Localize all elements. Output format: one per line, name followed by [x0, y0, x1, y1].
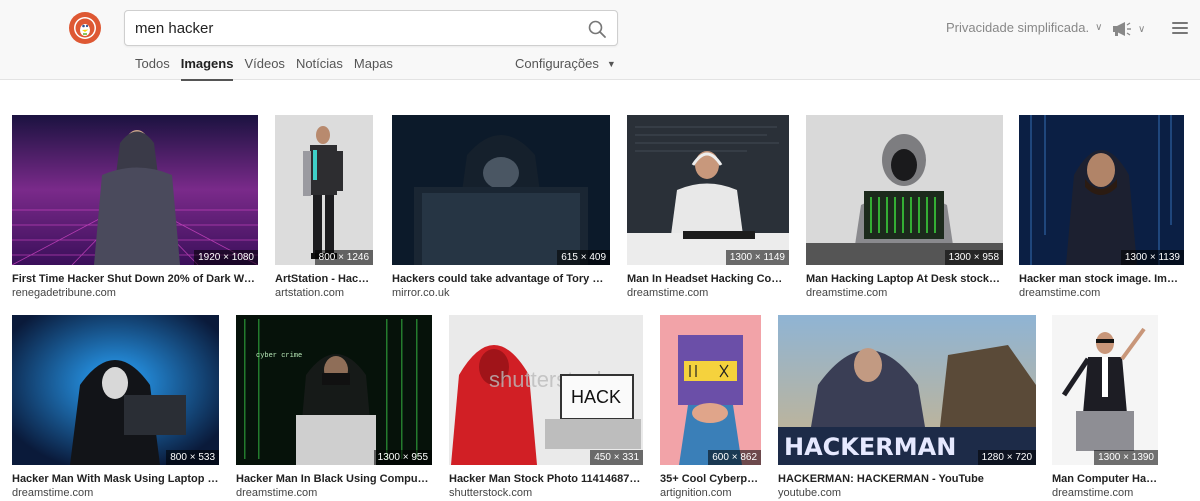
result-thumbnail: 1300 × 1390	[1052, 315, 1158, 465]
result-thumbnail: shutterstock HACK 450 × 331	[449, 315, 643, 465]
dimensions-badge: 1300 × 958	[944, 250, 1003, 265]
settings-label: Configurações	[515, 56, 599, 71]
result-source: dreamstime.com	[627, 287, 709, 299]
result-thumbnail: 1920 × 1080	[12, 115, 258, 265]
tab-noticias[interactable]: Notícias	[296, 56, 343, 81]
result-thumbnail: 1300 × 1139	[1019, 115, 1184, 265]
header: Privacidade simplificada. ∨ ∨ Todos Imag…	[0, 0, 1200, 81]
search-input[interactable]	[135, 11, 575, 45]
result-title: Hacker man stock image. Imag...	[1019, 273, 1184, 285]
dimensions-badge: 800 × 1246	[314, 250, 373, 265]
image-result[interactable]: HACKERMAN 1280 × 720 HACKERMAN: HACKERMA…	[778, 315, 1036, 500]
result-source: dreamstime.com	[1052, 487, 1134, 499]
image-result[interactable]: 800 × 1246 ArtStation - Hacke... artstat…	[275, 115, 373, 300]
settings-dropdown[interactable]: Configurações ▼	[515, 56, 616, 71]
result-title: Hacker Man With Mask Using Laptop W...	[12, 473, 219, 485]
result-thumbnail: HACKERMAN 1280 × 720	[778, 315, 1036, 465]
image-result[interactable]: cyber crime 1300 × 955 Hacker Man In Bla…	[236, 315, 432, 500]
dimensions-badge: 1300 × 1390	[1094, 450, 1158, 465]
result-thumbnail: 800 × 533	[12, 315, 219, 465]
tab-mapas[interactable]: Mapas	[354, 56, 393, 81]
result-title: First Time Hacker Shut Down 20% of Dark …	[12, 273, 258, 285]
result-title: Man Hacking Laptop At Desk stock ph...	[806, 273, 1003, 285]
privacy-dropdown[interactable]: Privacidade simplificada. ∨	[946, 20, 1102, 35]
result-source: artstation.com	[275, 287, 345, 299]
result-title: Man Computer Hacker S...	[1052, 473, 1158, 485]
duck-icon	[74, 17, 96, 39]
cyber-crime-text: cyber crime	[256, 352, 302, 360]
chevron-down-icon: ∨	[1095, 22, 1103, 33]
chevron-down-icon: ∨	[1138, 23, 1146, 35]
result-title: HACKERMAN: HACKERMAN - YouTube	[778, 473, 984, 485]
image-result[interactable]: 1300 × 958 Man Hacking Laptop At Desk st…	[806, 115, 1003, 300]
dimensions-badge: 800 × 533	[166, 450, 219, 465]
dimensions-badge: 1920 × 1080	[194, 250, 258, 265]
result-source: dreamstime.com	[12, 487, 94, 499]
result-title: 35+ Cool Cyberpu...	[660, 473, 761, 485]
tab-todos[interactable]: Todos	[135, 56, 170, 81]
image-result[interactable]: shutterstock HACK 450 × 331 Hacker Man S…	[449, 315, 643, 500]
dimensions-badge: 1280 × 720	[977, 450, 1036, 465]
result-thumbnail: 600 × 862	[660, 315, 761, 465]
result-source: renegadetribune.com	[12, 287, 116, 299]
result-thumbnail: 1300 × 958	[806, 115, 1003, 265]
result-source: dreamstime.com	[236, 487, 318, 499]
image-result[interactable]: 1920 × 1080 First Time Hacker Shut Down …	[12, 115, 258, 300]
search-icon[interactable]	[587, 19, 607, 39]
result-title: Man In Headset Hacking Comp...	[627, 273, 789, 285]
result-source: mirror.co.uk	[392, 287, 450, 299]
result-thumbnail: 1300 × 1149	[627, 115, 789, 265]
image-result[interactable]: 615 × 409 Hackers could take advantage o…	[392, 115, 610, 300]
privacy-label: Privacidade simplificada.	[946, 20, 1090, 35]
result-title: Hacker Man Stock Photo 114146875 : ...	[449, 473, 643, 485]
result-thumbnail: 615 × 409	[392, 115, 610, 265]
tab-imagens[interactable]: Imagens	[180, 56, 234, 81]
megaphone-menu[interactable]: ∨	[1112, 21, 1145, 37]
megaphone-icon	[1113, 22, 1131, 36]
image-result[interactable]: 600 × 862 35+ Cool Cyberpu... artignitio…	[660, 315, 761, 500]
dimensions-badge: 1300 × 1149	[725, 250, 789, 265]
image-result[interactable]: 800 × 533 Hacker Man With Mask Using Lap…	[12, 315, 219, 500]
result-source: artignition.com	[660, 487, 732, 499]
image-result[interactable]: 1300 × 1390 Man Computer Hacker S... dre…	[1052, 315, 1158, 500]
dimensions-badge: 615 × 409	[557, 250, 610, 265]
result-thumbnail: cyber crime 1300 × 955	[236, 315, 432, 465]
result-source: youtube.com	[778, 487, 841, 499]
dimensions-badge: 1300 × 1139	[1120, 250, 1184, 265]
result-thumbnail: 800 × 1246	[275, 115, 373, 265]
hack-screen-text: HACK	[571, 387, 621, 407]
duckduckgo-logo[interactable]	[69, 12, 101, 44]
menu-icon[interactable]	[1172, 22, 1188, 34]
dimensions-badge: 1300 × 955	[373, 450, 432, 465]
search-box	[124, 10, 618, 46]
hackerman-text: HACKERMAN	[784, 433, 956, 461]
caret-down-icon: ▼	[606, 58, 616, 69]
result-source: shutterstock.com	[449, 487, 533, 499]
result-title: Hacker Man In Black Using Computer ...	[236, 473, 432, 485]
tab-videos[interactable]: Vídeos	[244, 56, 284, 81]
dimensions-badge: 600 × 862	[708, 450, 761, 465]
vertical-tabs: Todos Imagens Vídeos Notícias Mapas	[135, 56, 404, 81]
result-title: ArtStation - Hacke...	[275, 273, 373, 285]
image-result[interactable]: 1300 × 1139 Hacker man stock image. Imag…	[1019, 115, 1184, 300]
result-title: Hackers could take advantage of Tory Sno…	[392, 273, 610, 285]
result-source: dreamstime.com	[1019, 287, 1101, 299]
dimensions-badge: 450 × 331	[590, 450, 643, 465]
result-source: dreamstime.com	[806, 287, 888, 299]
image-result[interactable]: 1300 × 1149 Man In Headset Hacking Comp.…	[627, 115, 789, 300]
